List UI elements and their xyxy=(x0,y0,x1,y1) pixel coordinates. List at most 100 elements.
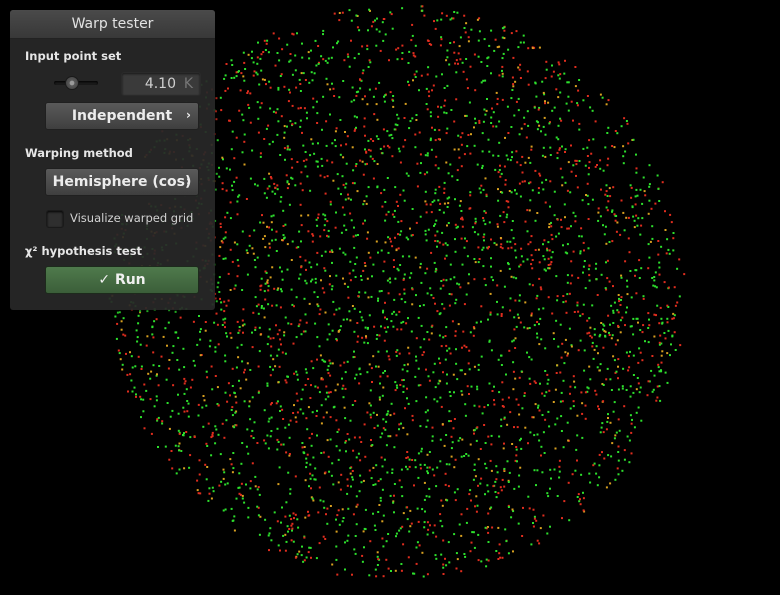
sample-point xyxy=(259,57,262,60)
sample-point xyxy=(214,442,217,445)
sample-point xyxy=(453,11,456,13)
sample-point xyxy=(586,319,589,322)
sample-point xyxy=(461,346,463,349)
sample-point xyxy=(350,39,352,42)
sample-point xyxy=(387,533,390,535)
sample-point xyxy=(277,348,280,351)
sample-point xyxy=(302,159,305,162)
sample-point xyxy=(305,466,308,469)
sample-point xyxy=(401,57,404,60)
sample-point xyxy=(554,388,557,391)
sample-point xyxy=(407,80,409,83)
sample-point xyxy=(259,333,262,336)
sample-point xyxy=(605,261,607,264)
sample-point xyxy=(157,446,159,448)
sample-point xyxy=(227,299,230,302)
sample-point xyxy=(353,129,356,132)
sample-point xyxy=(263,138,266,140)
sample-point xyxy=(577,349,580,352)
sample-point xyxy=(588,365,591,368)
sample-point xyxy=(374,87,377,90)
sample-point xyxy=(292,412,295,414)
sample-point xyxy=(443,87,446,89)
sample-point xyxy=(152,351,155,354)
sample-point xyxy=(404,139,407,142)
sample-point xyxy=(338,523,341,526)
sample-point xyxy=(636,377,639,379)
sample-point xyxy=(280,343,282,346)
sample-point xyxy=(423,338,426,341)
sample-point xyxy=(266,384,269,387)
sample-point xyxy=(531,284,534,287)
sample-point xyxy=(558,63,561,66)
run-button[interactable]: ✓ Run xyxy=(45,266,199,294)
sample-point xyxy=(301,388,304,391)
sample-point xyxy=(342,251,345,254)
sample-point xyxy=(272,337,275,340)
sample-point xyxy=(220,480,223,483)
sample-point xyxy=(198,315,200,317)
sample-point xyxy=(395,200,398,203)
sample-point xyxy=(248,244,251,247)
sample-point xyxy=(490,349,493,352)
sample-point xyxy=(598,408,600,410)
sample-point xyxy=(268,328,271,331)
sample-point xyxy=(310,384,312,387)
sample-point xyxy=(300,266,303,269)
sample-point xyxy=(243,79,246,82)
sample-point xyxy=(432,531,435,534)
sample-point xyxy=(441,504,444,507)
sample-point xyxy=(578,160,581,162)
point-count-slider[interactable] xyxy=(54,75,98,91)
sample-point xyxy=(445,254,448,257)
sample-point xyxy=(319,174,322,177)
sample-point xyxy=(374,19,376,22)
sample-point xyxy=(534,249,537,251)
sample-point xyxy=(351,476,354,479)
visualize-grid-label[interactable]: Visualize warped grid xyxy=(70,211,193,225)
sample-point xyxy=(443,104,446,107)
sample-point xyxy=(324,59,327,62)
sample-point xyxy=(521,155,524,158)
warping-method-button[interactable]: Hemisphere (cos) › xyxy=(45,168,199,196)
sample-point xyxy=(477,458,480,461)
sample-point xyxy=(292,342,295,345)
sample-point xyxy=(382,371,385,374)
sample-point xyxy=(553,106,556,109)
sample-point xyxy=(626,122,629,125)
sample-point xyxy=(344,186,347,189)
sample-point xyxy=(263,192,266,195)
sample-point xyxy=(599,159,602,162)
sample-point xyxy=(620,276,623,279)
sample-point xyxy=(355,456,358,459)
slider-knob[interactable] xyxy=(65,76,79,90)
point-set-type-button[interactable]: Independent › xyxy=(45,102,199,130)
sample-point xyxy=(607,200,610,203)
sample-point xyxy=(261,78,264,81)
sample-point xyxy=(339,153,342,156)
sample-point xyxy=(164,445,167,448)
point-count-field[interactable]: 4.10 K xyxy=(121,72,201,96)
sample-point xyxy=(550,477,552,480)
sample-point xyxy=(442,243,445,246)
sample-point xyxy=(595,262,598,265)
sample-point xyxy=(277,120,280,123)
sample-point xyxy=(365,335,367,338)
sample-point xyxy=(374,483,377,486)
sample-point xyxy=(277,88,280,91)
sample-point xyxy=(605,184,608,187)
sample-point xyxy=(324,192,327,195)
sample-point xyxy=(303,536,306,539)
panel-title[interactable]: Warp tester xyxy=(10,10,215,39)
sample-point xyxy=(617,311,620,314)
sample-point xyxy=(572,119,574,122)
sample-point xyxy=(320,404,323,407)
sample-point xyxy=(484,177,487,180)
visualize-grid-checkbox[interactable] xyxy=(46,210,64,228)
sample-point xyxy=(636,194,639,197)
sample-point xyxy=(498,391,501,394)
sample-point xyxy=(394,569,397,572)
sample-point xyxy=(647,312,650,315)
sample-point xyxy=(669,354,671,357)
sample-point xyxy=(338,449,341,452)
